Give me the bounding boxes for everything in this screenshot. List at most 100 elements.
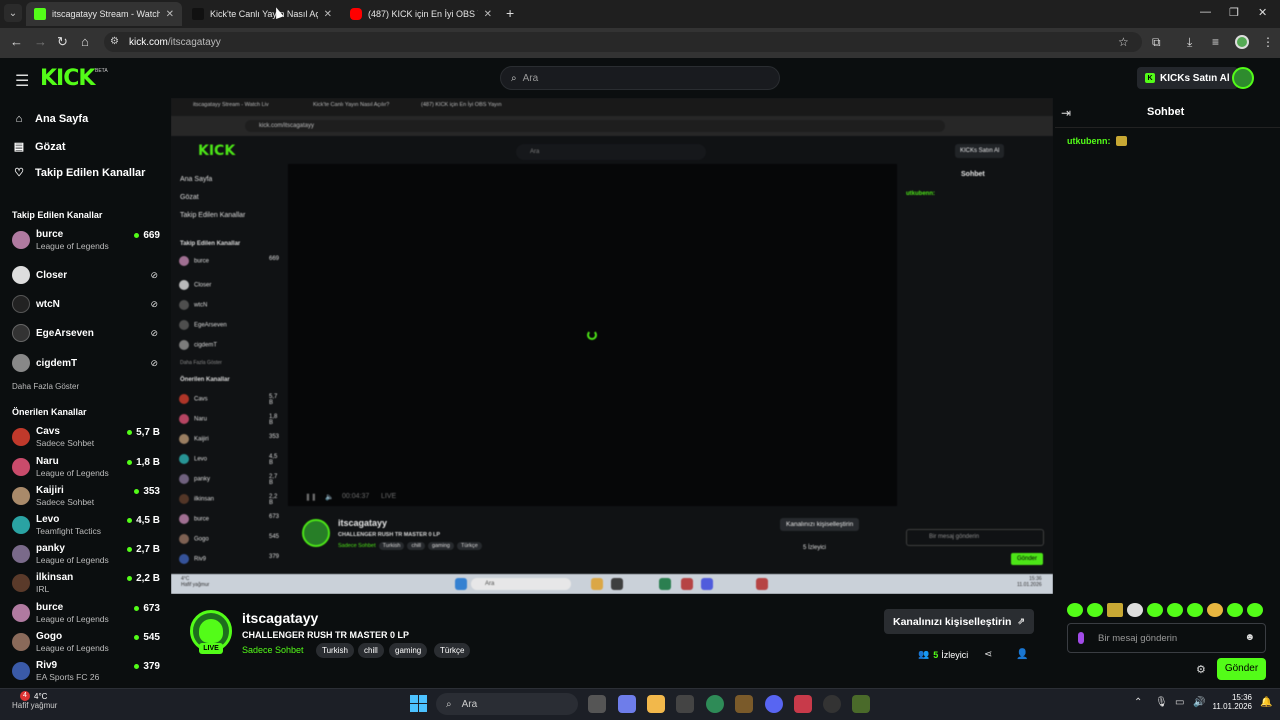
maximize-icon[interactable]: ❐ (1229, 6, 1239, 19)
video-player[interactable]: itscagatayy Stream - Watch Liv Kick'te C… (171, 98, 1053, 594)
site-info-icon[interactable]: ⚙ (110, 36, 119, 47)
tag-chill[interactable]: chill (358, 643, 384, 658)
recommended-channel[interactable]: ilkinsan IRL 2,2 B (12, 572, 160, 598)
close-tab-icon[interactable]: ✕ (166, 9, 174, 20)
captured-chat-input: Bir mesaj gönderin (906, 529, 1044, 546)
search-icon: ⌕ (511, 72, 517, 84)
league-game-icon[interactable] (852, 695, 870, 713)
show-more-link[interactable]: Daha Fazla Göster (12, 382, 79, 391)
task-view-icon[interactable] (588, 695, 606, 713)
network-icon[interactable]: ▭ (1175, 697, 1184, 708)
share-icon[interactable]: ⋖ (984, 649, 992, 660)
search-input[interactable]: ⌕ Ara (500, 66, 780, 90)
add-user-icon[interactable]: 👤 (1016, 649, 1028, 660)
tag-gaming[interactable]: gaming (389, 643, 428, 658)
captured-more: Daha Fazla Göster (180, 360, 222, 366)
app-icon[interactable] (676, 695, 694, 713)
followed-channel-wtcn[interactable]: wtcN ⊘ (12, 293, 160, 319)
extensions-icon[interactable]: ⧉ (1152, 35, 1161, 50)
nav-home[interactable]: ⌂ Ana Sayfa (12, 113, 89, 125)
chat-settings-icon[interactable]: ⚙ (1196, 663, 1206, 676)
captured-stream-title: CHALLENGER RUSH TR MASTER 0 LP (338, 532, 441, 538)
emote-icon[interactable] (1207, 603, 1223, 617)
recommended-channel[interactable]: Kaijiri Sadece Sohbet 353 (12, 485, 160, 511)
download-icon[interactable]: ⤓ (1187, 35, 1192, 50)
weather-widget[interactable]: 4°C Hafif yağmur (12, 692, 57, 710)
chat-username[interactable]: utkubenn: (1067, 136, 1111, 146)
recommended-channel[interactable]: panky League of Legends 2,7 B (12, 543, 160, 569)
forward-icon[interactable]: → (34, 34, 47, 49)
file-explorer-icon[interactable] (647, 695, 665, 713)
channel-name[interactable]: itscagatayy (242, 610, 318, 626)
recommended-channel[interactable]: Gogo League of Legends 545 (12, 631, 160, 657)
browser-menu-icon[interactable]: ⋮ (1262, 35, 1274, 49)
followed-channel-egearseven[interactable]: EgeArseven ⊘ (12, 322, 160, 348)
followed-channel-closer[interactable]: Closer ⊘ (12, 264, 160, 290)
home-button-icon[interactable]: ⌂ (81, 34, 89, 49)
live-dot-icon (134, 233, 140, 238)
browser-profile-avatar[interactable] (1235, 35, 1249, 49)
nav-following[interactable]: ♡ Takip Edilen Kanallar (12, 166, 145, 180)
close-tab-icon[interactable]: ✕ (484, 9, 492, 20)
collapse-chat-icon[interactable]: ⇥ (1061, 106, 1071, 120)
emoji-picker-icon[interactable]: ☻ (1244, 632, 1255, 643)
taskbar-search-input[interactable]: ⌕ Ara (436, 693, 578, 715)
tray-chevron-icon[interactable]: ⌃ (1134, 697, 1142, 708)
emote-icon[interactable] (1127, 603, 1143, 617)
copilot-icon[interactable] (618, 695, 636, 713)
reading-list-icon[interactable]: ≡ (1212, 35, 1219, 49)
taskbar-clock[interactable]: 15:36 11.01.2026 (1212, 693, 1252, 711)
send-button[interactable]: Gönder (1217, 658, 1266, 680)
home-icon: ⌂ (15, 113, 23, 125)
avatar (12, 633, 30, 651)
tab-youtube[interactable]: (487) KICK için En İyi OBS Yayın ✕ (342, 2, 500, 26)
followed-channel-cigdemt[interactable]: cigdemT ⊘ (12, 352, 160, 378)
emote-icon[interactable] (1147, 603, 1163, 617)
tab-kick-stream[interactable]: itscagatayy Stream - Watch Live ✕ (26, 2, 182, 26)
windows-start-icon[interactable] (410, 695, 427, 712)
tab-kick-guide[interactable]: Kick'te Canlı Yayın Nasıl Açılır? ✕ (184, 2, 340, 26)
user-avatar[interactable] (1232, 67, 1254, 89)
mic-tray-icon[interactable]: 🎙 (1155, 697, 1168, 708)
tag-turkish[interactable]: Turkish (316, 643, 354, 658)
back-icon[interactable]: ← (10, 34, 23, 49)
recommended-channel[interactable]: burce League of Legends 673 (12, 602, 160, 628)
emote-icon[interactable] (1087, 603, 1103, 617)
reload-icon[interactable]: ↻ (57, 34, 68, 50)
kick-logo[interactable]: KICK (40, 66, 95, 91)
close-tab-icon[interactable]: ✕ (324, 9, 332, 20)
buy-kicks-button[interactable]: K KICKs Satın Al (1137, 67, 1238, 89)
close-window-icon[interactable]: ✕ (1258, 6, 1267, 19)
tag-turkce[interactable]: Türkçe (434, 643, 471, 658)
hamburger-menu-icon[interactable]: ☰ (15, 71, 29, 91)
recommended-channel[interactable]: Riv9 EA Sports FC 26 379 (12, 660, 160, 686)
emote-icon[interactable] (1107, 603, 1123, 617)
discord-icon[interactable] (765, 695, 783, 713)
emote-icon[interactable] (1067, 603, 1083, 617)
emote-icon[interactable] (1187, 603, 1203, 617)
league-client-icon[interactable] (735, 695, 753, 713)
nav-browse[interactable]: ▤ Gözat (12, 140, 66, 154)
url-bar[interactable]: kick.com/itscagatayy (104, 32, 1142, 52)
stream-category-link[interactable]: Sadece Sohbet (242, 645, 304, 655)
emote-icon[interactable] (1227, 603, 1243, 617)
recommended-channel[interactable]: Levo Teamfight Tactics 4,5 B (12, 514, 160, 540)
customize-channel-button[interactable]: Kanalınızı kişiselleştirin ⇗ (884, 609, 1035, 634)
emote-icon[interactable] (1247, 603, 1263, 617)
minimize-icon[interactable]: — (1200, 6, 1211, 18)
volume-icon[interactable]: 🔊 (1193, 697, 1205, 708)
notifications-icon[interactable]: 🔔 (1260, 697, 1272, 708)
chat-message-input[interactable]: Bir mesaj gönderin ☻ (1067, 623, 1266, 653)
new-tab-icon[interactable]: + (506, 5, 514, 21)
recommended-channel[interactable]: Naru League of Legends 1,8 B (12, 456, 160, 482)
bookmark-star-icon[interactable]: ☆ (1118, 35, 1129, 49)
emote-icon[interactable] (1167, 603, 1183, 617)
recommended-channel[interactable]: Cavs Sadece Sohbet 5,7 B (12, 426, 160, 452)
tab-search-button[interactable]: ⌄ (4, 4, 22, 22)
chrome-icon[interactable] (706, 695, 724, 713)
offline-icon: ⊘ (150, 270, 158, 280)
obs-icon[interactable] (823, 695, 841, 713)
viewers-icon: 👥 (918, 649, 930, 659)
valorant-icon[interactable] (794, 695, 812, 713)
followed-channel-burce[interactable]: burce League of Legends 669 (12, 229, 160, 255)
